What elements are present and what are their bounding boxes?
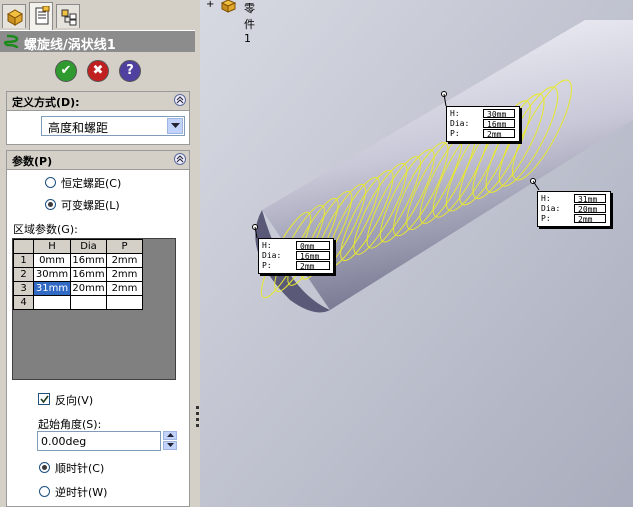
row-header[interactable]: 2 xyxy=(13,267,34,282)
chevron-up-icon xyxy=(167,433,174,437)
callout-h-label: H: xyxy=(450,109,460,118)
callout-p-label: P: xyxy=(262,261,272,270)
callout-h-label: H: xyxy=(541,194,551,203)
variable-pitch-radio[interactable] xyxy=(45,199,56,210)
definition-header[interactable]: 定义方式(D): xyxy=(7,92,189,111)
row-header[interactable]: 3 xyxy=(13,281,34,296)
spin-down-button[interactable] xyxy=(163,441,177,450)
collapse-icon[interactable] xyxy=(174,153,186,165)
part-icon xyxy=(220,0,237,13)
definition-section: 定义方式(D): 高度和螺距 xyxy=(6,91,190,145)
helix-callout[interactable]: H: 0mm Dia: 16mm P: 2mm xyxy=(258,238,334,274)
cell-dia[interactable] xyxy=(70,295,107,310)
helix-feature-icon xyxy=(4,34,19,49)
feature-manager-tab[interactable] xyxy=(2,4,26,28)
callout-dia-label: Dia: xyxy=(541,204,561,213)
row-header[interactable]: 4 xyxy=(13,295,34,310)
property-manager: 螺旋线/涡状线1 ✔ ✖ ? 定义方式(D): 高度和螺距 参数(P) 恒定螺距… xyxy=(0,0,196,507)
counterclockwise-label: 逆时针(W) xyxy=(55,486,108,499)
reverse-label: 反向(V) xyxy=(55,394,94,407)
graphics-viewport[interactable]: + 零件1 H: 30mm Dia: 16mm P: 2mm H: 31mm Dia: 2… xyxy=(200,0,633,507)
table-row: 4 xyxy=(13,295,143,310)
table-row: 1 0mm 16mm 2mm xyxy=(13,253,143,268)
cell-p[interactable]: 2mm xyxy=(106,267,143,282)
constant-pitch-label: 恒定螺距(C) xyxy=(61,177,122,190)
callout-h-label: H: xyxy=(262,241,272,250)
cancel-button[interactable]: ✖ xyxy=(87,60,109,82)
check-icon xyxy=(40,395,49,404)
parameters-header-label: 参数(P) xyxy=(12,155,53,168)
table-corner xyxy=(13,239,34,254)
clockwise-radio[interactable] xyxy=(39,462,50,473)
spin-up-button[interactable] xyxy=(163,431,177,440)
chevron-down-icon xyxy=(167,443,174,447)
callout-p-label: P: xyxy=(541,214,551,223)
callout-dia-value[interactable]: 16mm xyxy=(483,119,515,129)
definition-dropdown[interactable]: 高度和螺距 xyxy=(41,116,185,136)
start-angle-value: 0.00deg xyxy=(41,435,87,448)
callout-p-value[interactable]: 2mm xyxy=(574,214,606,224)
feature-title-bar: 螺旋线/涡状线1 xyxy=(0,30,195,53)
part-name: 零件1 xyxy=(244,2,255,45)
cell-h[interactable]: 0mm xyxy=(33,253,71,268)
callout-h-value[interactable]: 31mm xyxy=(574,194,606,204)
helix-callout[interactable]: H: 31mm Dia: 20mm P: 2mm xyxy=(537,191,611,227)
constant-pitch-radio[interactable] xyxy=(45,177,56,188)
helix-callout[interactable]: H: 30mm Dia: 16mm P: 2mm xyxy=(446,106,520,142)
property-sheet-icon xyxy=(35,6,50,25)
feature-title: 螺旋线/涡状线1 xyxy=(24,38,116,53)
cell-h-selected[interactable]: 31mm xyxy=(33,281,71,296)
callout-dia-value[interactable]: 20mm xyxy=(574,204,606,214)
callout-dia-value[interactable]: 16mm xyxy=(296,251,330,261)
reverse-checkbox[interactable] xyxy=(38,393,50,405)
region-parameters-label: 区域参数(G): xyxy=(13,223,78,236)
row-header[interactable]: 1 xyxy=(13,253,34,268)
collapse-icon[interactable] xyxy=(174,94,186,106)
callout-p-value[interactable]: 2mm xyxy=(483,129,515,139)
cell-dia[interactable]: 16mm xyxy=(70,253,107,268)
definition-header-label: 定义方式(D): xyxy=(12,96,80,109)
table-row: 3 31mm 20mm 2mm xyxy=(13,281,143,296)
property-manager-tab[interactable] xyxy=(29,2,53,30)
callout-p-value[interactable]: 2mm xyxy=(296,261,330,271)
variable-pitch-label: 可变螺距(L) xyxy=(61,199,120,212)
chevron-down-icon[interactable] xyxy=(167,118,183,134)
start-angle-label: 起始角度(S): xyxy=(38,418,102,431)
close-icon: ✖ xyxy=(92,63,104,78)
expand-icon[interactable]: + xyxy=(206,0,214,10)
start-angle-input[interactable]: 0.00deg xyxy=(37,431,161,451)
cell-dia[interactable]: 16mm xyxy=(70,267,107,282)
callout-dia-label: Dia: xyxy=(450,119,470,128)
cell-p[interactable]: 2mm xyxy=(106,281,143,296)
parameters-header[interactable]: 参数(P) xyxy=(7,151,189,170)
callout-dia-label: Dia: xyxy=(262,251,282,260)
cell-p[interactable]: 2mm xyxy=(106,253,143,268)
cell-h[interactable] xyxy=(33,295,71,310)
cell-dia[interactable]: 20mm xyxy=(70,281,107,296)
region-parameters-table[interactable]: H Dia P 1 0mm 16mm 2mm 2 30mm 16mm 2mm 3… xyxy=(12,238,176,380)
configuration-manager-tab[interactable] xyxy=(56,4,80,28)
check-icon: ✔ xyxy=(60,63,72,78)
feature-tree-icon xyxy=(6,9,24,26)
manager-tabs xyxy=(0,0,195,30)
callout-h-value[interactable]: 30mm xyxy=(483,109,515,119)
table-row: 2 30mm 16mm 2mm xyxy=(13,267,143,282)
cell-h[interactable]: 30mm xyxy=(33,267,71,282)
column-header-dia[interactable]: Dia xyxy=(70,239,107,254)
help-icon: ? xyxy=(126,63,134,78)
column-header-h[interactable]: H xyxy=(33,239,71,254)
configuration-icon xyxy=(61,9,77,26)
callout-p-label: P: xyxy=(450,129,460,138)
callout-h-value[interactable]: 0mm xyxy=(296,241,330,251)
counterclockwise-radio[interactable] xyxy=(39,486,50,497)
help-button[interactable]: ? xyxy=(119,60,141,82)
ok-button[interactable]: ✔ xyxy=(55,60,77,82)
table-header-row: H Dia P xyxy=(13,239,143,254)
cell-p[interactable] xyxy=(106,295,143,310)
definition-selected: 高度和螺距 xyxy=(48,121,109,135)
clockwise-label: 顺时针(C) xyxy=(55,462,105,475)
column-header-p[interactable]: P xyxy=(106,239,143,254)
